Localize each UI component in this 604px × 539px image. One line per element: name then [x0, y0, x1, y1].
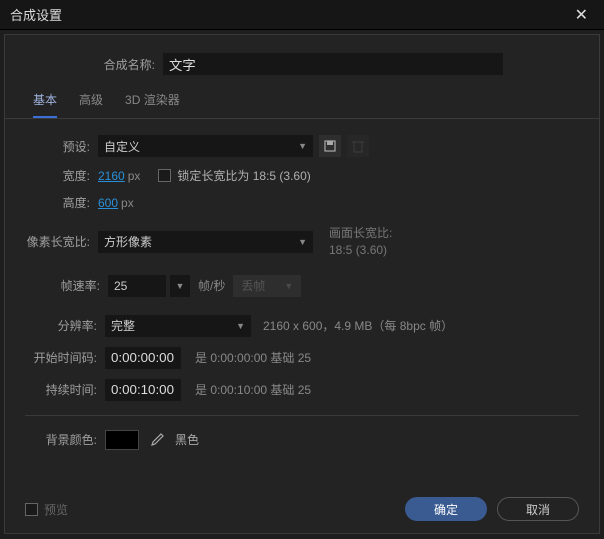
lock-aspect-label: 锁定长宽比为 18:5 (3.60)	[177, 167, 310, 184]
pixel-aspect-label: 像素长宽比:	[25, 233, 98, 250]
frame-rate-unit: 帧/秒	[198, 277, 225, 294]
frame-rate-input[interactable]: 25	[108, 275, 166, 297]
preset-select[interactable]: 自定义 ▼	[98, 135, 313, 157]
frame-rate-label: 帧速率:	[35, 277, 108, 294]
duration-row: 持续时间: 是 0:00:10:00 基础 25	[25, 379, 579, 401]
comp-name-label: 合成名称:	[93, 56, 163, 73]
frame-aspect-label: 画面长宽比:	[329, 225, 392, 242]
close-icon[interactable]: ✕	[569, 5, 594, 25]
background-row: 背景颜色: 黑色	[25, 430, 579, 450]
frame-aspect-info: 画面长宽比: 18:5 (3.60)	[329, 225, 392, 259]
preset-save-icon[interactable]	[319, 135, 341, 157]
chevron-down-icon: ▼	[298, 141, 307, 151]
width-row: 宽度: 2160 px 锁定长宽比为 18:5 (3.60)	[55, 167, 579, 184]
tab-renderer[interactable]: 3D 渲染器	[125, 91, 180, 118]
drop-frame-select: 丢帧 ▼	[233, 275, 301, 297]
preview-group: 预览	[25, 501, 68, 518]
duration-label: 持续时间:	[25, 381, 105, 398]
background-label: 背景颜色:	[25, 431, 105, 448]
start-timecode-row: 开始时间码: 是 0:00:00:00 基础 25	[25, 347, 579, 369]
chevron-down-icon: ▼	[236, 321, 245, 331]
tab-advanced[interactable]: 高级	[79, 91, 103, 118]
pixel-aspect-select[interactable]: 方形像素 ▼	[98, 231, 313, 253]
lock-aspect-group: 锁定长宽比为 18:5 (3.60)	[158, 167, 310, 184]
cancel-button[interactable]: 取消	[497, 497, 579, 521]
frame-aspect-value: 18:5 (3.60)	[329, 242, 392, 259]
eyedropper-icon[interactable]	[149, 432, 165, 448]
start-label: 开始时间码:	[25, 349, 105, 366]
footer: 预览 确定 取消	[25, 497, 579, 521]
background-name: 黑色	[175, 431, 199, 448]
preview-label: 预览	[44, 501, 68, 518]
resolution-info: 2160 x 600，4.9 MB（每 8bpc 帧）	[263, 317, 453, 334]
titlebar: 合成设置 ✕	[0, 0, 604, 30]
preset-label: 预设:	[25, 138, 98, 155]
frame-rate-dropdown[interactable]: ▼	[170, 275, 190, 297]
drop-frame-label: 丢帧	[241, 277, 265, 294]
dialog-body: 合成名称: 基本 高级 3D 渲染器 预设: 自定义 ▼ 宽度: 2160 px	[4, 34, 600, 534]
preset-delete-icon	[347, 135, 369, 157]
chevron-down-icon: ▼	[298, 237, 307, 247]
chevron-down-icon: ▼	[284, 281, 293, 291]
frame-rate-row: 帧速率: 25 ▼ 帧/秒 丢帧 ▼	[25, 275, 579, 297]
preset-row: 预设: 自定义 ▼	[25, 135, 579, 157]
resolution-row: 分辨率: 完整 ▼ 2160 x 600，4.9 MB（每 8bpc 帧）	[25, 315, 579, 337]
preset-value: 自定义	[104, 138, 140, 155]
ok-button[interactable]: 确定	[405, 497, 487, 521]
height-unit: px	[121, 196, 134, 210]
panel-basic: 预设: 自定义 ▼ 宽度: 2160 px 锁定长宽比为 18:5 (3.60)…	[5, 119, 599, 476]
duration-input[interactable]	[105, 379, 181, 401]
dialog-title: 合成设置	[10, 5, 62, 24]
frame-rate-value: 25	[114, 279, 127, 293]
width-value[interactable]: 2160	[98, 169, 125, 183]
resolution-value: 完整	[111, 317, 135, 334]
preview-checkbox[interactable]	[25, 503, 38, 516]
height-row: 高度: 600 px	[55, 194, 579, 211]
pixel-aspect-row: 像素长宽比: 方形像素 ▼ 画面长宽比: 18:5 (3.60)	[25, 225, 579, 259]
start-timecode-input[interactable]	[105, 347, 181, 369]
height-label: 高度:	[55, 194, 98, 211]
divider	[25, 415, 579, 416]
resolution-select[interactable]: 完整 ▼	[105, 315, 251, 337]
background-swatch[interactable]	[105, 430, 139, 450]
height-value[interactable]: 600	[98, 196, 118, 210]
pixel-aspect-value: 方形像素	[104, 233, 152, 250]
lock-aspect-checkbox[interactable]	[158, 169, 171, 182]
width-unit: px	[128, 169, 141, 183]
resolution-label: 分辨率:	[25, 317, 105, 334]
duration-base: 是 0:00:10:00 基础 25	[195, 381, 311, 398]
chevron-down-icon: ▼	[176, 281, 185, 291]
comp-name-input[interactable]	[163, 53, 503, 75]
width-label: 宽度:	[55, 167, 98, 184]
tabs: 基本 高级 3D 渲染器	[5, 91, 599, 119]
footer-buttons: 确定 取消	[405, 497, 579, 521]
start-base: 是 0:00:00:00 基础 25	[195, 349, 311, 366]
comp-name-row: 合成名称:	[5, 53, 599, 75]
tab-basic[interactable]: 基本	[33, 91, 57, 118]
